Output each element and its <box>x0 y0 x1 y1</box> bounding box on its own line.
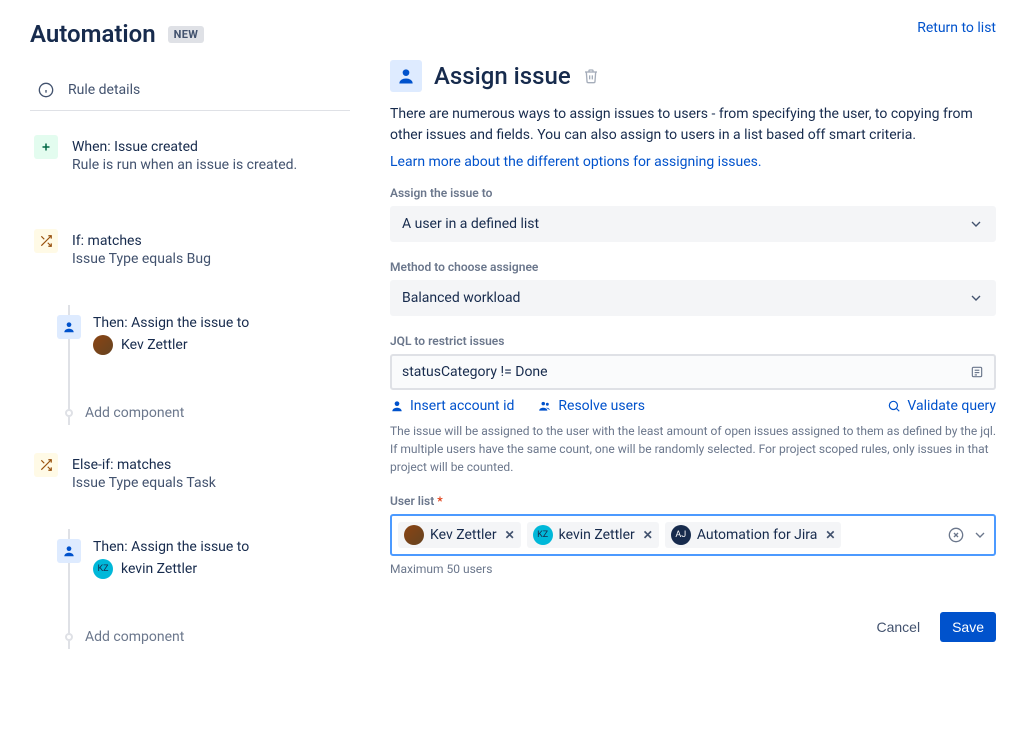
link-label: Insert account id <box>410 398 514 414</box>
user-list-input[interactable]: Kev Zettler ✕ KZ kevin Zettler ✕ AJ Auto… <box>390 514 996 556</box>
remove-chip-icon[interactable]: ✕ <box>643 528 653 542</box>
syntax-help-icon[interactable] <box>970 365 984 379</box>
panel-title: Assign issue <box>434 62 571 90</box>
info-icon <box>38 82 54 98</box>
assign-to-label: Assign the issue to <box>390 186 996 200</box>
jql-input[interactable]: statusCategory != Done <box>390 354 996 390</box>
remove-chip-icon[interactable]: ✕ <box>505 528 515 542</box>
person-icon <box>57 315 81 339</box>
add-component-link[interactable]: Add component <box>57 393 350 425</box>
validate-query-link[interactable]: Validate query <box>887 398 996 414</box>
learn-more-link[interactable]: Learn more about the different options f… <box>390 154 762 170</box>
rule-details-label: Rule details <box>68 82 140 98</box>
add-component-label: Add component <box>85 405 184 421</box>
link-label: Resolve users <box>558 398 645 414</box>
chevron-down-icon[interactable] <box>972 527 988 543</box>
person-icon <box>57 539 81 563</box>
step-subtitle: Issue Type equals Task <box>72 475 216 491</box>
branch-icon <box>34 229 58 253</box>
rule-step-if[interactable]: If: matches Issue Type equals Bug <box>30 229 350 287</box>
step-title: Then: Assign the issue to <box>93 315 249 331</box>
step-title: When: Issue created <box>72 139 297 155</box>
step-subtitle: Issue Type equals Bug <box>72 251 211 267</box>
resolve-users-link[interactable]: Resolve users <box>538 398 645 414</box>
rule-details-row[interactable]: Rule details <box>30 70 350 111</box>
chevron-down-icon <box>968 216 984 232</box>
assign-issue-icon <box>390 60 422 92</box>
link-label: Validate query <box>907 398 996 414</box>
chip-label: Automation for Jira <box>697 527 818 543</box>
user-chip: AJ Automation for Jira ✕ <box>665 522 842 548</box>
avatar: KZ <box>533 525 553 545</box>
avatar: KZ <box>93 559 113 579</box>
step-subtitle: Rule is run when an issue is created. <box>72 157 297 173</box>
assign-to-select[interactable]: A user in a defined list <box>390 206 996 242</box>
search-icon <box>887 399 901 413</box>
jql-label: JQL to restrict issues <box>390 334 996 348</box>
select-value: A user in a defined list <box>402 216 539 232</box>
person-icon <box>390 399 404 413</box>
add-circle-icon <box>65 409 73 417</box>
panel-description: There are numerous ways to assign issues… <box>390 104 996 146</box>
select-value: Balanced workload <box>402 290 520 306</box>
delete-icon[interactable] <box>583 68 599 84</box>
avatar <box>93 335 113 355</box>
users-icon <box>538 399 552 413</box>
user-chip: Kev Zettler ✕ <box>398 522 521 548</box>
clear-all-icon[interactable] <box>948 527 964 543</box>
step-title: If: matches <box>72 233 211 249</box>
add-component-label: Add component <box>85 629 184 645</box>
remove-chip-icon[interactable]: ✕ <box>825 528 835 542</box>
add-component-link[interactable]: Add component <box>57 617 350 649</box>
step-title: Then: Assign the issue to <box>93 539 249 555</box>
method-select[interactable]: Balanced workload <box>390 280 996 316</box>
return-to-list-link[interactable]: Return to list <box>917 20 996 36</box>
plus-icon <box>34 135 58 159</box>
add-circle-icon <box>65 633 73 641</box>
insert-account-id-link[interactable]: Insert account id <box>390 398 514 414</box>
method-label: Method to choose assignee <box>390 260 996 274</box>
rule-step-elseif[interactable]: Else-if: matches Issue Type equals Task <box>30 453 350 511</box>
max-users-text: Maximum 50 users <box>390 562 996 576</box>
cancel-button[interactable]: Cancel <box>864 612 932 642</box>
rule-step-then-assign[interactable]: Then: Assign the issue to Kev Zettler <box>57 305 350 365</box>
save-button[interactable]: Save <box>940 612 996 642</box>
new-badge: NEW <box>168 26 204 43</box>
jql-value: statusCategory != Done <box>402 364 548 380</box>
rule-step-when[interactable]: When: Issue created Rule is run when an … <box>30 135 350 193</box>
avatar: AJ <box>671 525 691 545</box>
user-chip: KZ kevin Zettler ✕ <box>527 522 659 548</box>
rule-step-then-assign[interactable]: Then: Assign the issue to KZ kevin Zettl… <box>57 529 350 589</box>
jql-help-text: The issue will be assigned to the user w… <box>390 422 996 476</box>
chip-label: kevin Zettler <box>559 527 635 543</box>
page-title: Automation <box>30 20 156 48</box>
user-list-label: User list * <box>390 494 996 508</box>
step-title: Else-if: matches <box>72 457 216 473</box>
branch-icon <box>34 453 58 477</box>
chip-label: Kev Zettler <box>430 527 497 543</box>
chevron-down-icon <box>968 290 984 306</box>
avatar <box>404 525 424 545</box>
assignee-name: Kev Zettler <box>121 337 188 353</box>
assignee-name: kevin Zettler <box>121 561 197 577</box>
